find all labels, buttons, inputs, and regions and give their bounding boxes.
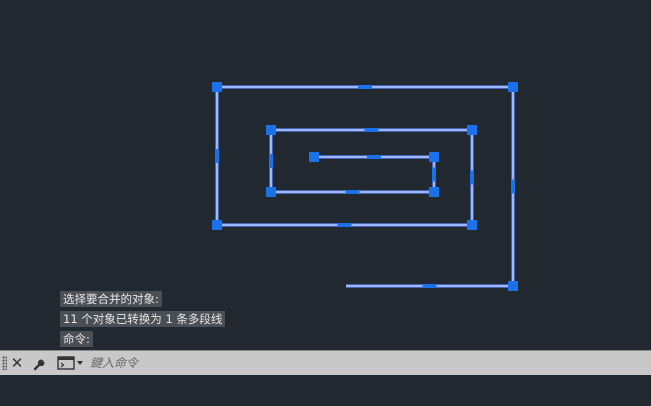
polyline-outline [215,85,515,288]
midpoint-grip[interactable] [269,154,273,168]
polyline-core [216,86,514,287]
vertex-grip[interactable] [266,187,276,197]
vertex-grip[interactable] [429,152,439,162]
drawing-viewport[interactable]: 选择要合并的对象: 11 个对象已转换为 1 条多段线 命令: [0,0,651,406]
vertex-grip[interactable] [467,125,477,135]
midpoint-grip[interactable] [432,167,436,182]
chevron-down-icon [77,361,83,365]
vertex-grip[interactable] [266,125,276,135]
command-input[interactable] [90,354,630,372]
command-history-line: 11 个对象已转换为 1 条多段线 [60,311,226,327]
wrench-icon[interactable] [32,353,50,373]
midpoint-grip[interactable] [470,170,474,185]
close-icon[interactable]: ✕ [10,353,24,373]
command-prompt-line: 命令: [60,331,93,347]
command-prompt-icon[interactable] [56,353,86,373]
selected-polyline[interactable] [215,85,515,288]
vertex-grip[interactable] [309,152,319,162]
midpoint-grip[interactable] [337,223,352,227]
vertex-grip[interactable] [508,82,518,92]
midpoint-grip[interactable] [511,179,515,194]
midpoint-grip[interactable] [422,284,437,288]
command-line-bar: ✕ [0,350,651,375]
command-history-line: 选择要合并的对象: [60,291,162,307]
vertex-grip[interactable] [429,187,439,197]
vertex-grip[interactable] [212,82,222,92]
vertex-grip[interactable] [212,220,222,230]
midpoint-grip[interactable] [215,149,219,163]
vertex-grip[interactable] [467,220,477,230]
midpoint-grip[interactable] [345,190,360,194]
midpoint-grip[interactable] [367,155,381,159]
drag-handle-icon[interactable] [2,356,7,370]
vertex-grip[interactable] [508,281,518,291]
midpoint-grip[interactable] [358,85,372,89]
midpoint-grip[interactable] [364,128,379,132]
